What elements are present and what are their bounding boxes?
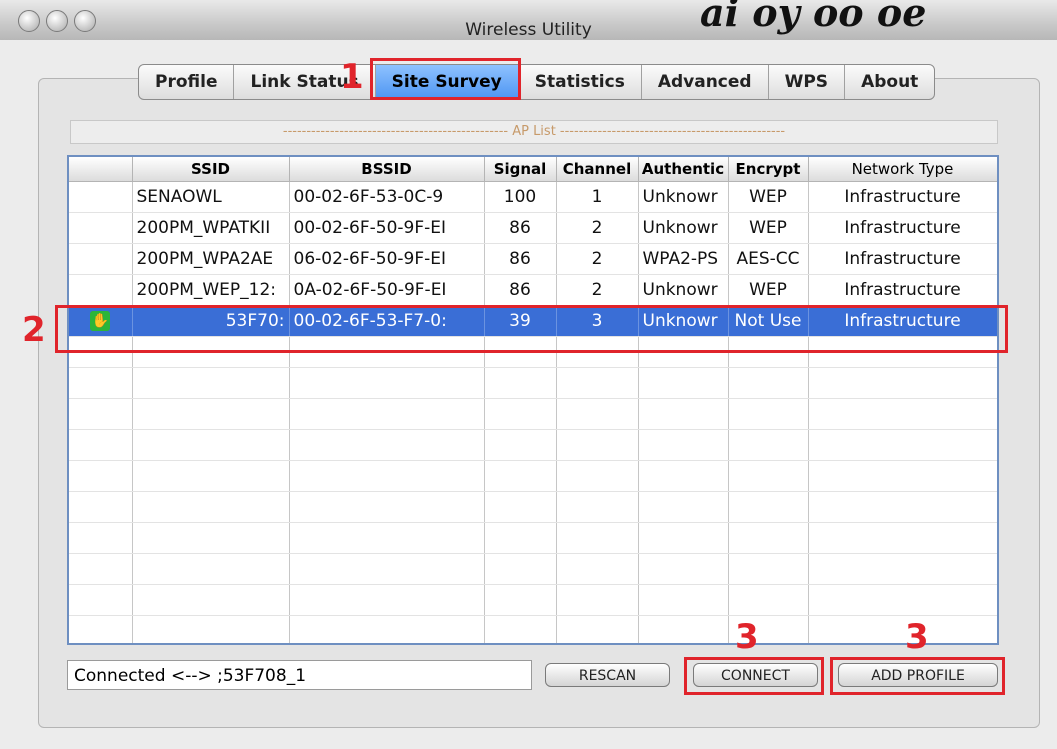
column-header-encrypt[interactable]: Encrypt (728, 157, 809, 182)
tab-statistics[interactable]: Statistics (519, 65, 642, 99)
column-header-channel[interactable]: Channel (556, 157, 639, 182)
row-icon-cell (69, 181, 133, 213)
network-type-cell: Infrastructure (808, 212, 997, 244)
table-row-empty (69, 460, 997, 492)
encrypt-cell: WEP (728, 274, 809, 306)
table-row-empty (69, 615, 997, 643)
encrypt-cell: WEP (728, 181, 809, 213)
tab-bar: Profile Link Status Site Survey Statisti… (138, 64, 936, 100)
ssid-cell: 200PM_WPATKII (132, 212, 290, 244)
rescan-button[interactable]: RESCAN (545, 663, 670, 687)
network-type-cell: Infrastructure (808, 243, 997, 275)
ap-list-header: ----------------------------------------… (70, 120, 998, 144)
bssid-cell: 06-02-6F-50-9F-EI (289, 243, 485, 275)
encrypt-cell: AES-CC (728, 243, 809, 275)
network-type-cell: Infrastructure (808, 274, 997, 306)
cropped-overlay-text: ai oy oo oe (700, 0, 927, 35)
connection-status-field: Connected <--> ;53F708_1 (67, 660, 532, 690)
row-icon-cell (69, 243, 133, 275)
table-row-empty (69, 553, 997, 585)
table-row[interactable]: 200PM_WPA2AE 06-02-6F-50-9F-EI 86 2 WPA2… (69, 243, 997, 275)
column-header-authentication[interactable]: Authentic (638, 157, 729, 182)
bssid-cell: 0A-02-6F-50-9F-EI (289, 274, 485, 306)
tab-advanced[interactable]: Advanced (642, 65, 769, 99)
signal-cell: 86 (484, 274, 557, 306)
title-bar: Wireless Utility ai oy oo oe (0, 0, 1057, 41)
table-row-empty (69, 398, 997, 430)
table-header-row: SSID BSSID Signal Channel Authentic Encr… (69, 157, 997, 182)
column-header-signal[interactable]: Signal (484, 157, 557, 182)
callout-number-3-add-profile: 3 (905, 617, 929, 657)
bssid-cell: 00-02-6F-50-9F-EI (289, 212, 485, 244)
row-icon-cell (69, 274, 133, 306)
callout-box-add-profile (830, 657, 1005, 695)
table-row-empty (69, 429, 997, 461)
authentication-cell: Unknowr (638, 181, 729, 213)
encrypt-cell: WEP (728, 212, 809, 244)
channel-cell: 2 (556, 243, 639, 275)
table-row[interactable]: 200PM_WEP_12: 0A-02-6F-50-9F-EI 86 2 Unk… (69, 274, 997, 306)
wireless-utility-window: Wireless Utility ai oy oo oe Profile Lin… (0, 0, 1057, 749)
table-row[interactable]: SENAOWL 00-02-6F-53-0C-9 100 1 Unknowr W… (69, 181, 997, 213)
column-header-ssid[interactable]: SSID (132, 157, 290, 182)
callout-box-connect (684, 657, 824, 695)
bssid-cell: 00-02-6F-53-0C-9 (289, 181, 485, 213)
ssid-cell: SENAOWL (132, 181, 290, 213)
row-icon-cell (69, 212, 133, 244)
ssid-cell: 200PM_WPA2AE (132, 243, 290, 275)
channel-cell: 2 (556, 274, 639, 306)
table-row-empty (69, 584, 997, 616)
signal-cell: 86 (484, 243, 557, 275)
column-header-network-type[interactable]: Network Type (808, 157, 997, 182)
authentication-cell: WPA2-PS (638, 243, 729, 275)
table-row-empty (69, 367, 997, 399)
ssid-cell: 200PM_WEP_12: (132, 274, 290, 306)
authentication-cell: Unknowr (638, 274, 729, 306)
authentication-cell: Unknowr (638, 212, 729, 244)
column-header-icon[interactable] (69, 157, 133, 182)
table-row-empty (69, 491, 997, 523)
table-row-empty (69, 522, 997, 554)
channel-cell: 2 (556, 212, 639, 244)
tab-wps[interactable]: WPS (769, 65, 846, 99)
callout-number-3-connect: 3 (735, 617, 759, 657)
callout-number-1: 1 (340, 57, 364, 97)
column-header-bssid[interactable]: BSSID (289, 157, 485, 182)
callout-number-2: 2 (22, 310, 46, 350)
table-row[interactable]: 200PM_WPATKII 00-02-6F-50-9F-EI 86 2 Unk… (69, 212, 997, 244)
network-type-cell: Infrastructure (808, 181, 997, 213)
tab-profile[interactable]: Profile (139, 65, 235, 99)
callout-box-selected-row (55, 305, 1008, 353)
callout-box-site-survey (370, 58, 521, 100)
signal-cell: 86 (484, 212, 557, 244)
ap-list-table[interactable]: SSID BSSID Signal Channel Authentic Encr… (67, 155, 999, 645)
channel-cell: 1 (556, 181, 639, 213)
signal-cell: 100 (484, 181, 557, 213)
tab-about[interactable]: About (845, 65, 934, 99)
